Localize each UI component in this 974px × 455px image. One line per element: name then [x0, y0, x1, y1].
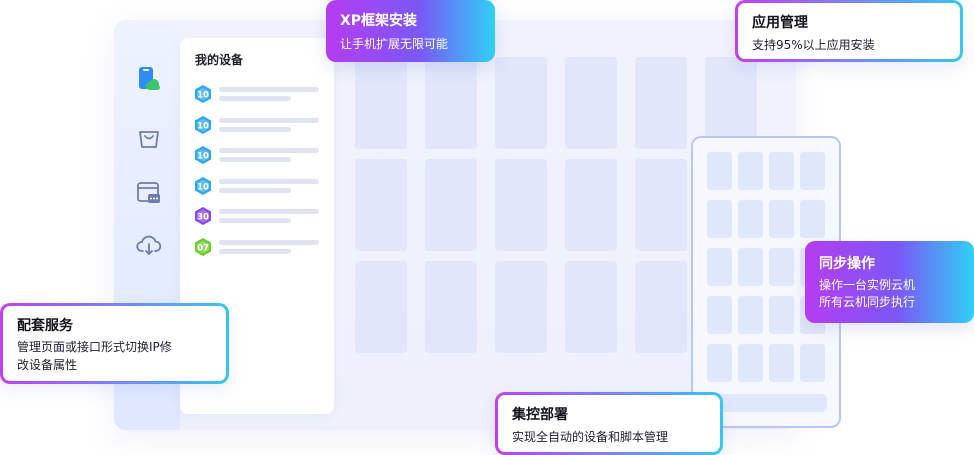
instance-tile[interactable]: [425, 261, 477, 353]
phone-app-tile[interactable]: [769, 248, 794, 286]
phone-app-tile[interactable]: [738, 200, 763, 238]
device-info-placeholder: [219, 218, 291, 223]
instance-tile[interactable]: [355, 57, 407, 149]
device-list-item[interactable]: 10: [193, 145, 323, 167]
callout-desc: 实现全自动的设备和脚本管理: [512, 430, 669, 444]
android-version-badge-icon: 10: [195, 115, 211, 134]
device-name-placeholder: [219, 239, 319, 245]
callout-xp-framework: XP框架安装 让手机扩展无限可能: [326, 0, 495, 62]
badge-label: 10: [197, 121, 209, 131]
callout-title: 应用管理: [752, 15, 808, 31]
instance-tile[interactable]: [355, 261, 407, 353]
instance-tile[interactable]: [635, 159, 687, 251]
phone-app-tile[interactable]: [769, 296, 794, 334]
phone-app-tile[interactable]: [707, 296, 732, 334]
instance-tile[interactable]: [425, 159, 477, 251]
phone-app-tile[interactable]: [800, 344, 825, 382]
phone-app-tile[interactable]: [738, 296, 763, 334]
callout-desc: 让手机扩展无限可能: [340, 37, 449, 51]
phone-app-tile[interactable]: [707, 152, 732, 190]
device-info-placeholder: [219, 157, 291, 162]
android-version-badge-icon: 10: [195, 146, 211, 164]
badge-label: 10: [197, 182, 209, 192]
callout-title: 同步操作: [819, 256, 875, 272]
phone-cloud-icon[interactable]: [136, 66, 162, 92]
device-info-placeholder: [219, 248, 291, 254]
phone-app-tile[interactable]: [738, 344, 763, 382]
window-chat-icon[interactable]: [136, 180, 162, 206]
device-list-title: 我的设备: [195, 53, 244, 67]
callout-desc-line2: 改设备属性: [17, 358, 78, 372]
instance-tile[interactable]: [495, 159, 547, 251]
instance-tile[interactable]: [565, 159, 617, 251]
android-version-badge-icon: 30: [195, 207, 211, 225]
device-list-item[interactable]: 07: [193, 237, 323, 259]
android-version-badge-icon: 10: [195, 85, 211, 103]
callout-support-services: 配套服务 管理页面或接口形式切换IP修 改设备属性: [0, 303, 229, 384]
instance-tile[interactable]: [355, 159, 407, 251]
instance-tile[interactable]: [495, 57, 547, 149]
badge-label: 10: [197, 152, 209, 162]
phone-app-tile[interactable]: [769, 152, 794, 190]
android-version-badge-icon: 07: [195, 237, 211, 256]
instance-tile[interactable]: [425, 57, 477, 149]
device-list-item[interactable]: 10: [193, 84, 323, 106]
phone-app-tile[interactable]: [769, 200, 794, 238]
device-list-item[interactable]: 10: [193, 176, 323, 198]
callout-title: XP框架安装: [340, 13, 418, 29]
callout-desc-line2: 所有云机同步执行: [819, 295, 916, 309]
callout-title: 集控部署: [512, 407, 568, 423]
device-name-placeholder: [219, 178, 319, 184]
phone-app-tile[interactable]: [738, 152, 763, 190]
instance-tile[interactable]: [565, 57, 617, 149]
device-name-placeholder: [219, 148, 319, 153]
device-list-item[interactable]: 30: [193, 206, 323, 228]
badge-label: 07: [197, 243, 209, 253]
callout-desc: 支持95%以上应用安装: [752, 38, 875, 52]
instance-tile[interactable]: [635, 57, 687, 149]
instance-tile[interactable]: [635, 261, 687, 353]
callout-group-deploy: 集控部署 实现全自动的设备和脚本管理: [495, 392, 723, 455]
instance-tile[interactable]: [565, 261, 617, 353]
phone-app-tile[interactable]: [738, 248, 763, 286]
device-name-placeholder: [219, 87, 319, 92]
callout-desc-line1: 管理页面或接口形式切换IP修: [17, 340, 172, 354]
callout-title: 配套服务: [17, 318, 73, 334]
badge-label: 30: [197, 213, 209, 223]
device-info-placeholder: [219, 187, 291, 193]
phone-app-tile[interactable]: [707, 344, 732, 382]
phone-app-tile[interactable]: [707, 200, 732, 238]
badge-label: 10: [197, 91, 209, 101]
phone-bottom-bar: [707, 394, 827, 412]
callout-app-management: 应用管理 支持95%以上应用安装: [735, 0, 963, 62]
device-list-item[interactable]: 10: [193, 115, 323, 137]
callout-sync-operation: 同步操作 操作一台实例云机 所有云机同步执行: [805, 241, 974, 323]
cloud-download-icon[interactable]: [136, 232, 162, 258]
phone-app-tile[interactable]: [800, 152, 825, 190]
device-info-placeholder: [219, 96, 291, 101]
phone-app-tile[interactable]: [707, 248, 732, 286]
instance-tile[interactable]: [495, 261, 547, 353]
device-name-placeholder: [219, 117, 319, 123]
device-name-placeholder: [219, 209, 319, 214]
shopping-bag-icon[interactable]: [136, 124, 162, 150]
device-info-placeholder: [219, 126, 291, 132]
phone-app-tile[interactable]: [769, 344, 794, 382]
callout-desc-line1: 操作一台实例云机: [819, 278, 916, 292]
phone-app-tile[interactable]: [800, 200, 825, 238]
android-version-badge-icon: 10: [195, 176, 211, 195]
